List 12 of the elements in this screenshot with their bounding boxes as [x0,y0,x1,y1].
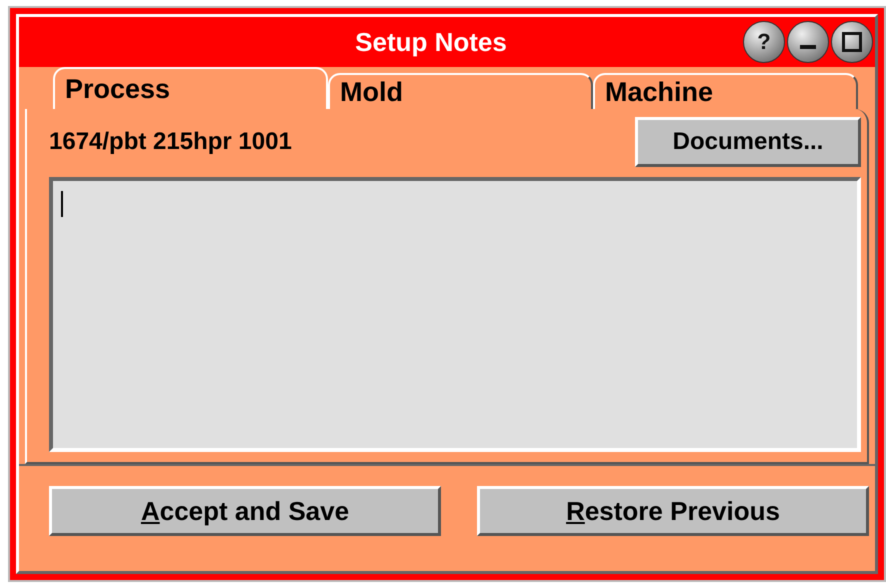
maximize-button[interactable] [831,21,873,63]
notes-field[interactable] [49,177,861,452]
window-title: Setup Notes [354,26,508,58]
part-label: 1674/pbt 215hpr 1001 [49,128,292,156]
accept-button[interactable]: Accept and Save [49,486,441,536]
documents-button[interactable]: Documents... [635,117,861,167]
help-button[interactable]: ? [743,21,785,63]
tab[interactable]: Machine [593,73,858,109]
restore-button[interactable]: Restore Previous [477,486,869,536]
minimize-button[interactable] [787,21,829,63]
tab[interactable]: Mold [328,73,593,109]
tab[interactable]: Process [53,67,328,109]
